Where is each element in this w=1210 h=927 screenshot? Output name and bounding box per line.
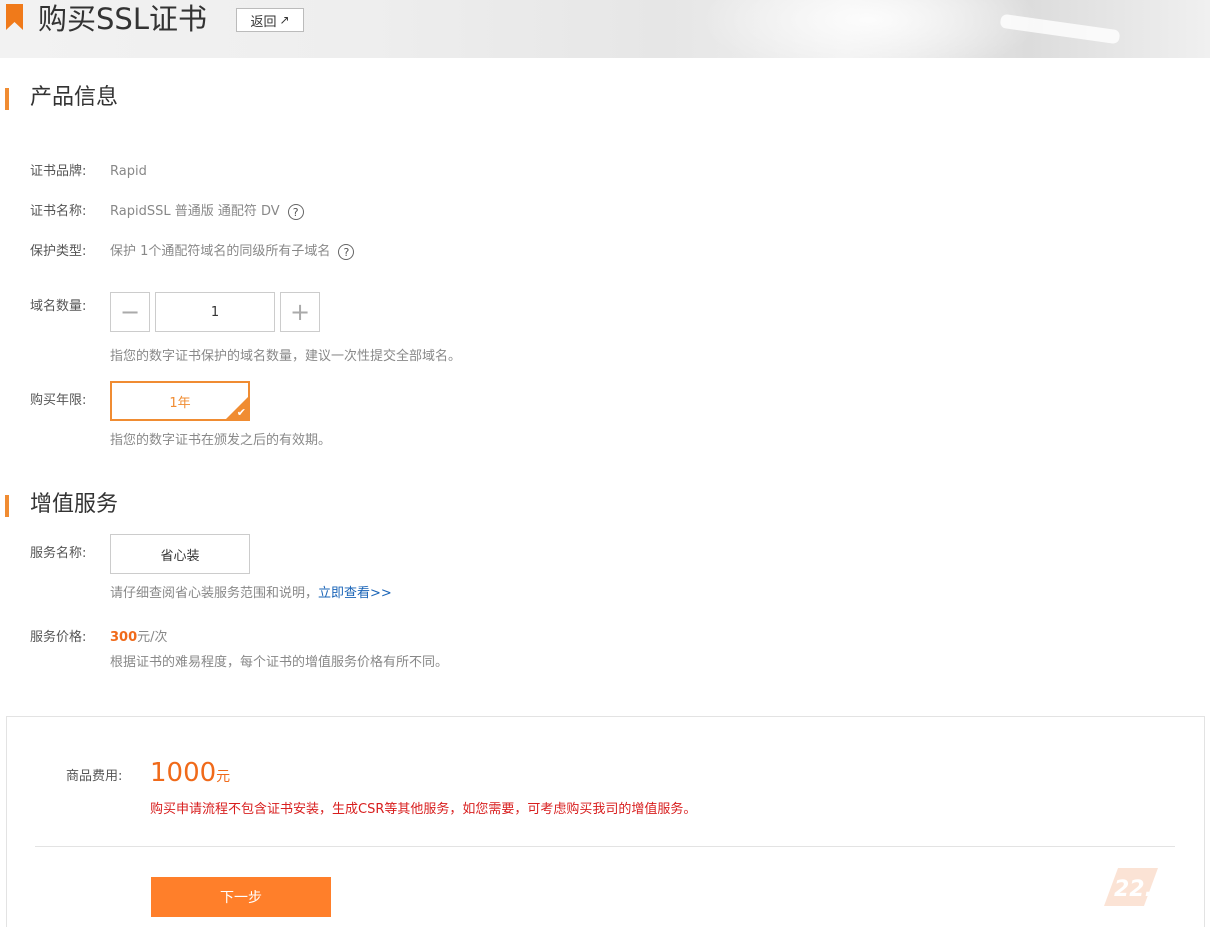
back-button[interactable]: 返回 ↗ — [236, 8, 304, 32]
service-option[interactable]: 省心装 — [110, 534, 250, 574]
next-step-button[interactable]: 下一步 — [151, 877, 331, 917]
minus-button[interactable]: − — [110, 292, 150, 332]
back-button-label: 返回 — [250, 14, 277, 30]
summary-price: 1000 元 — [150, 755, 230, 795]
summary-price-value: 1000 — [150, 758, 217, 788]
protect-type-value: 保护 1个通配符域名的同级所有子域名 ? — [110, 243, 355, 261]
back-arrow-icon: ↗ — [279, 13, 290, 27]
service-hint: 请仔细查阅省心装服务范围和说明，立即查看>> — [110, 585, 392, 603]
check-icon: ✔ — [236, 406, 246, 419]
divider — [35, 846, 1175, 847]
years-hint: 指您的数字证书在颁发之后的有效期。 — [110, 433, 332, 448]
bookmark-icon — [6, 4, 23, 30]
brand-value: Rapid — [110, 163, 147, 181]
summary-label: 商品费用: — [66, 769, 123, 784]
service-price-hint: 根据证书的难易程度，每个证书的增值服务价格有所不同。 — [110, 655, 449, 670]
plus-button[interactable]: + — [280, 292, 320, 332]
page-title: 购买SSL证书 — [38, 2, 207, 36]
service-price: 300元/次 — [110, 629, 168, 647]
service-name-label: 服务名称: — [30, 546, 87, 561]
protect-type-label: 保护类型: — [30, 244, 87, 259]
cert-name-label: 证书名称: — [30, 204, 87, 219]
section-accent-bar — [5, 495, 9, 517]
summary-price-unit: 元 — [216, 769, 231, 785]
protect-type-text: 保护 1个通配符域名的同级所有子域名 — [110, 244, 331, 259]
service-price-unit: 元/次 — [137, 630, 168, 645]
help-icon[interactable]: ? — [287, 204, 304, 220]
view-details-link[interactable]: 立即查看>> — [318, 586, 392, 601]
watermark-text: 22.cn — [1114, 877, 1170, 902]
year-option-1[interactable]: 1年 ✔ — [110, 381, 250, 421]
summary-warning: 购买申请流程不包含证书安装，生成CSR等其他服务，如您需要，可考虑购买我司的增值… — [150, 802, 697, 817]
watermark-logo: 22.cn — [1104, 868, 1170, 906]
service-price-label: 服务价格: — [30, 630, 87, 645]
service-price-value: 300 — [110, 630, 138, 645]
service-option-label: 省心装 — [160, 548, 200, 564]
domain-count-label: 域名数量: — [30, 299, 87, 314]
plus-icon: + — [289, 298, 311, 326]
domain-count-input[interactable] — [155, 292, 275, 332]
brand-value-text: Rapid — [110, 164, 147, 179]
cert-name-text: RapidSSL 普通版 通配符 DV — [110, 204, 280, 219]
domain-count-hint: 指您的数字证书保护的域名数量，建议一次性提交全部域名。 — [110, 349, 462, 364]
brand-label: 证书品牌: — [30, 164, 87, 179]
cert-name-value: RapidSSL 普通版 通配符 DV ? — [110, 203, 304, 221]
section-title-value-added: 增值服务 — [30, 492, 119, 517]
banner-decoration — [700, 0, 1040, 58]
section-accent-bar — [5, 88, 9, 110]
year-option-label: 1年 — [169, 395, 191, 411]
header-banner: 购买SSL证书 返回 ↗ — [0, 0, 1210, 58]
help-icon[interactable]: ? — [338, 244, 355, 260]
service-hint-text: 请仔细查阅省心装服务范围和说明， — [110, 586, 319, 601]
next-step-label: 下一步 — [220, 890, 262, 906]
years-label: 购买年限: — [30, 393, 87, 408]
minus-icon: − — [119, 298, 141, 326]
section-title-product: 产品信息 — [30, 85, 119, 110]
